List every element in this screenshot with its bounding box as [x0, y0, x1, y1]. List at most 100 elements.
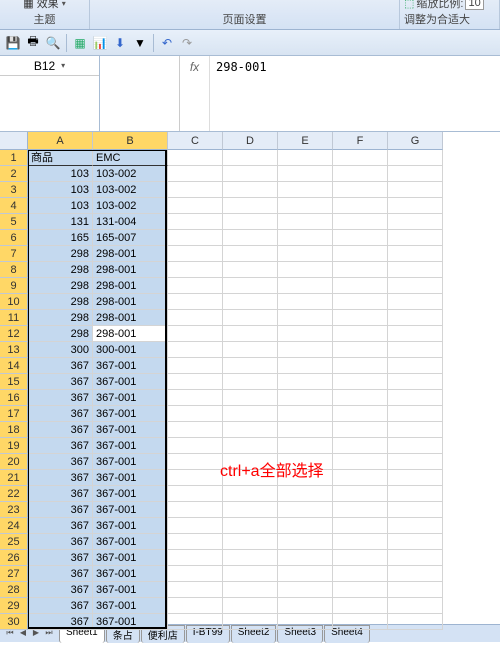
- cell[interactable]: [168, 566, 223, 582]
- cell[interactable]: [278, 230, 333, 246]
- cell[interactable]: [278, 614, 333, 630]
- cell[interactable]: [278, 358, 333, 374]
- cell[interactable]: [223, 230, 278, 246]
- cell[interactable]: [278, 406, 333, 422]
- row-header[interactable]: 1: [0, 150, 28, 166]
- cell[interactable]: 367-001: [93, 582, 168, 598]
- cell[interactable]: [278, 310, 333, 326]
- cell[interactable]: [168, 246, 223, 262]
- themes-button[interactable]: ▦ 效果 ▾: [23, 0, 65, 11]
- cell[interactable]: [388, 486, 443, 502]
- row-header[interactable]: 24: [0, 518, 28, 534]
- cell[interactable]: 367-001: [93, 358, 168, 374]
- column-header[interactable]: F: [333, 132, 388, 150]
- cell[interactable]: 300-001: [93, 342, 168, 358]
- cell[interactable]: [278, 182, 333, 198]
- cell[interactable]: 367-001: [93, 566, 168, 582]
- cell[interactable]: [333, 342, 388, 358]
- fx-icon[interactable]: fx: [180, 56, 210, 131]
- cell[interactable]: [168, 598, 223, 614]
- row-header[interactable]: 8: [0, 262, 28, 278]
- cell[interactable]: 131-004: [93, 214, 168, 230]
- redo-icon[interactable]: ↷: [178, 34, 196, 52]
- cell[interactable]: [168, 518, 223, 534]
- cell[interactable]: 103: [28, 182, 93, 198]
- cell[interactable]: [333, 390, 388, 406]
- cell[interactable]: [168, 534, 223, 550]
- cell[interactable]: 103: [28, 166, 93, 182]
- cell[interactable]: [223, 566, 278, 582]
- cell[interactable]: [168, 342, 223, 358]
- row-header[interactable]: 26: [0, 550, 28, 566]
- cell[interactable]: [388, 310, 443, 326]
- cell[interactable]: [223, 534, 278, 550]
- cell[interactable]: 298: [28, 278, 93, 294]
- cell[interactable]: 298: [28, 262, 93, 278]
- cell[interactable]: [168, 326, 223, 342]
- cell[interactable]: 商品: [28, 150, 93, 166]
- cell[interactable]: [278, 598, 333, 614]
- cell[interactable]: [223, 406, 278, 422]
- cell[interactable]: [333, 294, 388, 310]
- cell[interactable]: [168, 454, 223, 470]
- cell[interactable]: [278, 326, 333, 342]
- cell[interactable]: [278, 566, 333, 582]
- cell[interactable]: 298: [28, 310, 93, 326]
- cell[interactable]: 298-001: [93, 246, 168, 262]
- cell[interactable]: [223, 278, 278, 294]
- cell[interactable]: [168, 278, 223, 294]
- cell[interactable]: [168, 198, 223, 214]
- cell[interactable]: [333, 278, 388, 294]
- cell[interactable]: [333, 502, 388, 518]
- cell[interactable]: [388, 262, 443, 278]
- cell[interactable]: [168, 502, 223, 518]
- cell[interactable]: 298-001: [93, 294, 168, 310]
- row-header[interactable]: 25: [0, 534, 28, 550]
- chevron-down-icon[interactable]: ▾: [61, 61, 65, 70]
- cell[interactable]: [168, 406, 223, 422]
- cell[interactable]: [223, 342, 278, 358]
- cell[interactable]: [278, 438, 333, 454]
- cell[interactable]: [168, 390, 223, 406]
- row-header[interactable]: 7: [0, 246, 28, 262]
- cell[interactable]: 298: [28, 294, 93, 310]
- cell[interactable]: [388, 150, 443, 166]
- cell[interactable]: [388, 518, 443, 534]
- cell[interactable]: 367: [28, 438, 93, 454]
- cell[interactable]: [278, 422, 333, 438]
- cell[interactable]: [168, 214, 223, 230]
- cell[interactable]: [223, 150, 278, 166]
- cell[interactable]: [223, 422, 278, 438]
- cell[interactable]: 367: [28, 358, 93, 374]
- filter-icon[interactable]: ▼: [131, 34, 149, 52]
- cell[interactable]: [223, 390, 278, 406]
- cell[interactable]: [278, 198, 333, 214]
- cell[interactable]: [388, 598, 443, 614]
- cell[interactable]: 367: [28, 582, 93, 598]
- cell[interactable]: [333, 518, 388, 534]
- cell[interactable]: 367-001: [93, 550, 168, 566]
- cell[interactable]: [333, 358, 388, 374]
- cell[interactable]: [278, 166, 333, 182]
- cell[interactable]: [388, 246, 443, 262]
- cell[interactable]: [223, 294, 278, 310]
- cell[interactable]: [223, 246, 278, 262]
- cell[interactable]: 367-001: [93, 390, 168, 406]
- row-header[interactable]: 9: [0, 278, 28, 294]
- cell[interactable]: [278, 150, 333, 166]
- column-header[interactable]: B: [93, 132, 168, 150]
- cell[interactable]: [333, 438, 388, 454]
- cell[interactable]: 367: [28, 566, 93, 582]
- cell[interactable]: [333, 582, 388, 598]
- cell[interactable]: [223, 550, 278, 566]
- cell[interactable]: 367: [28, 502, 93, 518]
- cell[interactable]: [388, 214, 443, 230]
- row-header[interactable]: 27: [0, 566, 28, 582]
- cell[interactable]: [223, 374, 278, 390]
- row-header[interactable]: 29: [0, 598, 28, 614]
- cell[interactable]: [223, 358, 278, 374]
- cell[interactable]: [223, 198, 278, 214]
- cell[interactable]: [333, 598, 388, 614]
- cell[interactable]: [333, 470, 388, 486]
- name-box[interactable]: B12 ▾: [0, 56, 99, 76]
